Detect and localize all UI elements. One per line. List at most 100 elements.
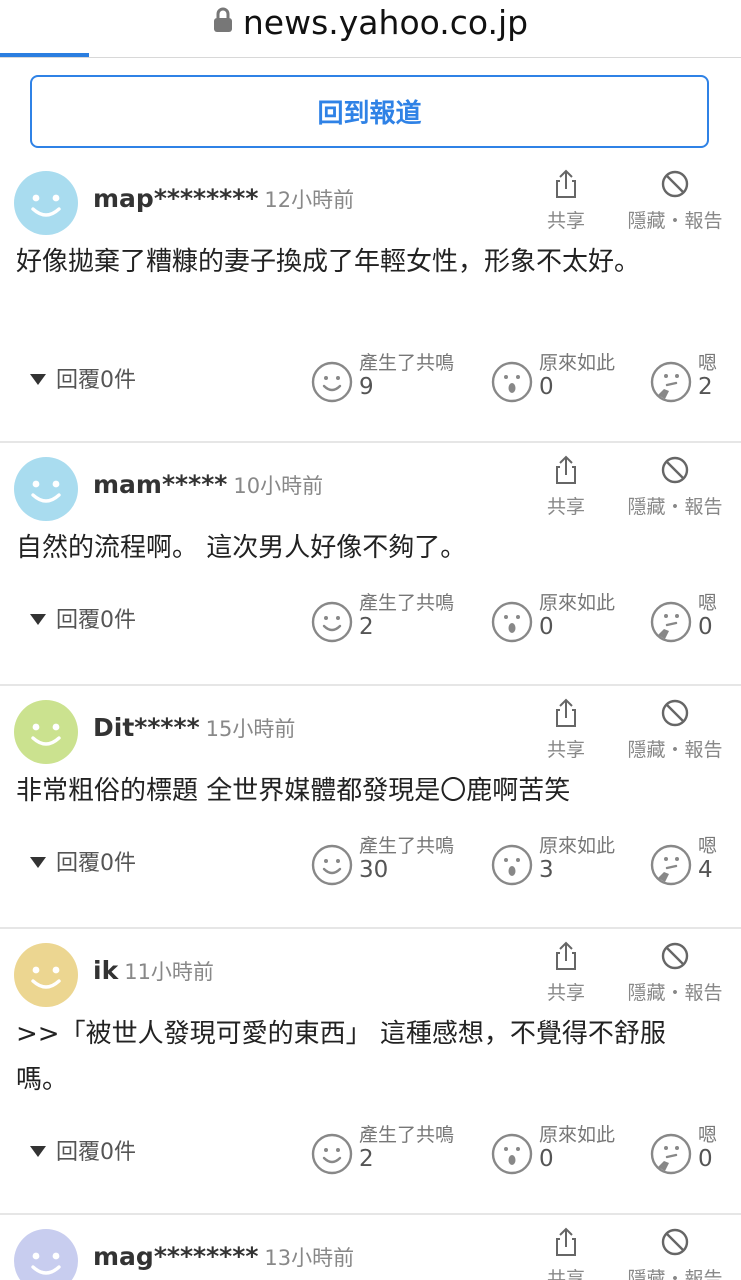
reaction-hmm-button[interactable]: 嗯2 (650, 352, 730, 408)
back-to-article-button[interactable]: 回到報道 (30, 75, 709, 148)
block-icon (622, 455, 728, 490)
reaction-empathy-button[interactable]: 產生了共鳴 2 (311, 592, 481, 648)
hide-report-button[interactable]: 隱藏・報告 (622, 455, 728, 519)
reply-count: 回覆0件 (56, 851, 136, 876)
avatar[interactable] (14, 943, 78, 1007)
avatar[interactable] (14, 457, 78, 521)
share-icon (542, 698, 590, 733)
reply-count: 回覆0件 (56, 608, 136, 633)
surprised-face-icon (491, 361, 533, 407)
reaction-hmm-count: 0 (698, 1146, 713, 1172)
reaction-insight-button[interactable]: 原來如此 0 (491, 592, 661, 648)
avatar[interactable] (14, 171, 78, 235)
reaction-empathy-label: 產生了共鳴 (359, 835, 455, 857)
comment-username[interactable]: map******** (93, 184, 258, 213)
comment-time: 13小時前 (264, 1246, 355, 1270)
hide-report-button[interactable]: 隱藏・報告 (622, 941, 728, 1005)
thinking-face-icon (650, 1133, 692, 1179)
reaction-insight-label: 原來如此 (539, 1124, 616, 1146)
reaction-hmm-label: 嗯 (698, 592, 718, 614)
comment-text: 自然的流程啊。 這次男人好像不夠了。 (16, 533, 467, 563)
reply-toggle[interactable]: 回覆0件 (30, 362, 136, 394)
comment-username[interactable]: Dit***** (93, 713, 200, 742)
share-label: 共享 (546, 1268, 585, 1280)
comment-text: 好像拋棄了糟糠的妻子換成了年輕女性，形象不太好。 (16, 247, 641, 277)
reaction-hmm-count: 0 (698, 614, 713, 640)
comment-username[interactable]: mag******** (93, 1242, 258, 1271)
reaction-hmm-button[interactable]: 嗯4 (650, 835, 730, 891)
reply-count: 回覆0件 (56, 1140, 136, 1165)
reaction-insight-button[interactable]: 原來如此 0 (491, 352, 661, 408)
hide-report-button[interactable]: 隱藏・報告 (622, 169, 728, 233)
reaction-hmm-count: 4 (698, 857, 713, 883)
share-button[interactable]: 共享 (542, 455, 590, 519)
reaction-insight-button[interactable]: 原來如此 3 (491, 835, 661, 891)
reaction-insight-count: 0 (539, 374, 554, 400)
caret-down-icon (30, 373, 46, 385)
hide-report-label: 隱藏・報告 (627, 982, 723, 1004)
comment-divider (0, 927, 741, 929)
reply-count: 回覆0件 (56, 368, 136, 393)
comment-text: >>「被世人發現可愛的東西」 這種感想，不覺得不舒服嗎。 (16, 1019, 666, 1095)
reaction-hmm-label: 嗯 (698, 1124, 718, 1146)
reaction-empathy-button[interactable]: 產生了共鳴 9 (311, 352, 481, 408)
reaction-hmm-button[interactable]: 嗯0 (650, 592, 730, 648)
thinking-face-icon (650, 844, 692, 890)
reply-toggle[interactable]: 回覆0件 (30, 1134, 136, 1166)
hide-report-button[interactable]: 隱藏・報告 (622, 698, 728, 762)
thinking-face-icon (650, 361, 692, 407)
hide-report-label: 隱藏・報告 (627, 1268, 723, 1280)
caret-down-icon (30, 613, 46, 625)
surprised-face-icon (491, 1133, 533, 1179)
hide-report-label: 隱藏・報告 (627, 496, 723, 518)
caret-down-icon (30, 1145, 46, 1157)
block-icon (622, 1227, 728, 1262)
comment-divider (0, 684, 741, 686)
reaction-insight-label: 原來如此 (539, 835, 616, 857)
block-icon (622, 169, 728, 204)
surprised-face-icon (491, 844, 533, 890)
browser-url-bar[interactable]: news.yahoo.co.jp (0, 0, 741, 58)
reaction-hmm-label: 嗯 (698, 352, 718, 374)
smile-icon (311, 1133, 353, 1179)
hide-report-label: 隱藏・報告 (627, 739, 723, 761)
share-icon (542, 169, 590, 204)
share-label: 共享 (546, 982, 585, 1004)
reaction-empathy-button[interactable]: 產生了共鳴 2 (311, 1124, 481, 1180)
reaction-empathy-button[interactable]: 產生了共鳴 30 (311, 835, 481, 891)
reaction-insight-label: 原來如此 (539, 352, 616, 374)
share-label: 共享 (546, 496, 585, 518)
reaction-empathy-count: 30 (359, 857, 389, 883)
smile-icon (311, 361, 353, 407)
comment-time: 10小時前 (233, 474, 324, 498)
reply-toggle[interactable]: 回覆0件 (30, 602, 136, 634)
comment-time: 11小時前 (124, 960, 214, 984)
reaction-empathy-count: 2 (359, 614, 374, 640)
reaction-empathy-label: 產生了共鳴 (359, 1124, 455, 1146)
caret-down-icon (30, 856, 46, 868)
share-icon (542, 941, 590, 976)
smile-icon (311, 601, 353, 647)
comment-divider (0, 1213, 741, 1215)
block-icon (622, 698, 728, 733)
reply-toggle[interactable]: 回覆0件 (30, 845, 136, 877)
reaction-hmm-label: 嗯 (698, 835, 718, 857)
comment-username[interactable]: mam***** (93, 470, 227, 499)
reaction-insight-count: 0 (539, 614, 554, 640)
url-text: news.yahoo.co.jp (242, 3, 529, 42)
avatar[interactable] (14, 1229, 78, 1280)
surprised-face-icon (491, 601, 533, 647)
share-button[interactable]: 共享 (542, 1227, 590, 1280)
share-button[interactable]: 共享 (542, 941, 590, 1005)
reaction-hmm-button[interactable]: 嗯0 (650, 1124, 730, 1180)
comment-username[interactable]: ik (93, 956, 118, 985)
avatar[interactable] (14, 700, 78, 764)
share-button[interactable]: 共享 (542, 698, 590, 762)
share-icon (542, 1227, 590, 1262)
hide-report-button[interactable]: 隱藏・報告 (622, 1227, 728, 1280)
reaction-insight-button[interactable]: 原來如此 0 (491, 1124, 661, 1180)
reaction-empathy-label: 產生了共鳴 (359, 592, 455, 614)
reaction-insight-count: 3 (539, 857, 554, 883)
reaction-insight-count: 0 (539, 1146, 554, 1172)
share-button[interactable]: 共享 (542, 169, 590, 233)
